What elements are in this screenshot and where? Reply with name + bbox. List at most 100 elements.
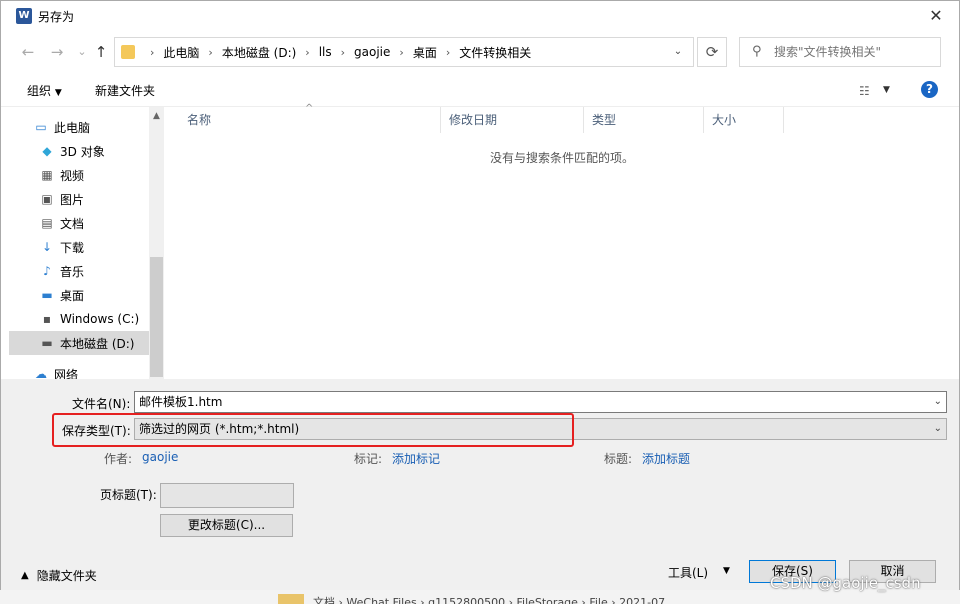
add-title-link[interactable]: 添加标题 — [642, 450, 690, 467]
title-bar: W 另存为 ✕ — [1, 1, 959, 31]
sidebar-item-label: 3D 对象 — [60, 144, 105, 159]
search-icon: ⚲ — [752, 44, 762, 59]
new-folder-button[interactable]: 新建文件夹 — [95, 82, 155, 99]
sidebar-item-network[interactable]: ☁ 网络 — [9, 362, 149, 379]
sidebar-item-label: Windows (C:) — [60, 312, 140, 326]
file-list: ^ 名称 修改日期 类型 大小 没有与搜索条件匹配的项。 — [165, 103, 959, 379]
background-path: 文档 › WeChat Files › q1152800500 › FileSt… — [313, 596, 666, 604]
caret-down-icon: ▼ — [54, 88, 62, 98]
watermark: CSDN @gaojie_csdn — [770, 574, 921, 592]
sidebar-item-label: 下载 — [60, 240, 85, 255]
cube-icon: ◆ — [42, 144, 52, 158]
tags-label: 标记: — [354, 452, 383, 466]
highlight-box — [52, 413, 574, 447]
chevron-up-icon: ▲ — [21, 570, 29, 581]
author-link[interactable]: gaojie — [142, 450, 178, 464]
chevron-down-icon[interactable]: ⌄ — [934, 419, 942, 439]
refresh-button[interactable]: ⟳ — [697, 37, 727, 67]
sidebar-item-downloads[interactable]: ↓ 下载 — [9, 235, 149, 259]
network-icon: ☁ — [35, 367, 47, 379]
chevron-right-icon: › — [399, 45, 404, 59]
video-icon: ▦ — [41, 168, 53, 182]
chevron-right-icon: › — [305, 45, 310, 59]
breadcrumb-item[interactable]: 桌面 — [413, 44, 437, 61]
hide-folders-label: 隐藏文件夹 — [36, 569, 97, 583]
column-header-size[interactable]: 大小 — [704, 107, 784, 133]
chevron-right-icon: › — [340, 45, 346, 59]
chevron-down-icon[interactable]: ⌄ — [934, 392, 942, 412]
close-button[interactable]: ✕ — [913, 1, 959, 31]
column-header-modified[interactable]: 修改日期 — [441, 107, 584, 133]
forward-button[interactable]: → — [46, 41, 68, 63]
help-icon[interactable]: ? — [921, 81, 938, 98]
back-button[interactable]: ← — [17, 41, 39, 63]
column-header-type[interactable]: 类型 — [584, 107, 704, 133]
sidebar-item-label: 音乐 — [60, 264, 85, 279]
folder-icon — [121, 45, 135, 59]
sidebar-item-label: 文档 — [60, 216, 85, 231]
sidebar-item-label: 网络 — [54, 367, 79, 380]
breadcrumb-item[interactable]: 本地磁盘 (D:) — [222, 44, 296, 61]
filename-label: 文件名(N): — [72, 397, 131, 411]
sidebar-item-desktop[interactable]: ▬ 桌面 — [9, 283, 149, 307]
sidebar-item-documents[interactable]: ▤ 文档 — [9, 211, 149, 235]
caret-down-icon[interactable]: ▼ — [723, 566, 730, 576]
save-as-dialog: W 另存为 ✕ ← → ⌄ ↑ › 此电脑 › 本地磁盘 (D:) › lls … — [0, 0, 960, 591]
search-box[interactable]: ⚲ — [739, 37, 941, 67]
sidebar-item-label: 本地磁盘 (D:) — [60, 336, 135, 351]
sidebar-item-3d-objects[interactable]: ◆ 3D 对象 — [9, 139, 149, 163]
chevron-down-icon[interactable]: ⌄ — [670, 44, 686, 60]
sidebar-item-label: 图片 — [60, 192, 85, 207]
chevron-right-icon: › — [208, 45, 213, 59]
word-icon: W — [16, 8, 32, 24]
download-icon: ↓ — [41, 240, 53, 254]
author-label: 作者: — [104, 452, 133, 466]
filename-field[interactable]: 邮件模板1.htm ⌄ — [134, 391, 947, 413]
sidebar-item-pictures[interactable]: ▣ 图片 — [9, 187, 149, 211]
sidebar-item-this-pc[interactable]: ▭ 此电脑 — [9, 115, 149, 139]
sidebar-item-music[interactable]: ♪ 音乐 — [9, 259, 149, 283]
organize-label: 组织 — [27, 84, 52, 98]
breadcrumb: › 此电脑 › 本地磁盘 (D:) › lls › gaojie › 桌面 › … — [141, 38, 531, 66]
page-title-field[interactable] — [160, 483, 294, 508]
search-input[interactable] — [774, 44, 934, 60]
document-icon: ▤ — [41, 216, 53, 230]
caret-down-icon[interactable]: ▼ — [883, 85, 890, 95]
change-title-button[interactable]: 更改标题(C)... — [160, 514, 293, 537]
background-explorer: 文档 › WeChat Files › q1152800500 › FileSt… — [0, 590, 960, 604]
sidebar-item-label: 此电脑 — [54, 120, 91, 135]
music-icon: ♪ — [43, 264, 51, 278]
folder-icon — [278, 594, 304, 604]
sidebar-item-label: 桌面 — [60, 288, 85, 303]
save-form: 文件名(N): 邮件模板1.htm ⌄ 保存类型(T): 筛选过的网页 (*.h… — [1, 379, 959, 591]
sidebar-item-local-disk-d[interactable]: ▬ 本地磁盘 (D:) — [9, 331, 149, 355]
sidebar-scrollbar[interactable]: ▲ — [149, 107, 164, 379]
scroll-thumb[interactable] — [150, 257, 163, 377]
navigation-bar: ← → ⌄ ↑ › 此电脑 › 本地磁盘 (D:) › lls › gaojie… — [1, 31, 959, 73]
scroll-up-icon[interactable]: ▲ — [149, 107, 164, 125]
column-header-name[interactable]: 名称 — [179, 107, 441, 133]
organize-menu[interactable]: 组织 ▼ — [27, 82, 62, 99]
toolbar: 组织 ▼ 新建文件夹 ☷ ▼ ? — [1, 73, 959, 107]
sidebar-item-videos[interactable]: ▦ 视频 — [9, 163, 149, 187]
breadcrumb-item[interactable]: lls — [319, 45, 332, 59]
empty-message: 没有与搜索条件匹配的项。 — [489, 151, 634, 165]
pc-icon: ▭ — [35, 120, 47, 134]
view-options-icon[interactable]: ☷ — [859, 84, 870, 98]
hide-folders-toggle[interactable]: ▲ 隐藏文件夹 — [21, 567, 97, 584]
add-tags-link[interactable]: 添加标记 — [392, 450, 440, 467]
tools-button[interactable]: 工具(L) — [668, 564, 708, 581]
chevron-right-icon: › — [445, 45, 451, 59]
desktop-icon: ▬ — [41, 288, 53, 302]
sidebar-item-windows-c[interactable]: ▪ Windows (C:) — [9, 307, 149, 331]
picture-icon: ▣ — [41, 192, 53, 206]
drive-icon: ▪ — [42, 312, 52, 326]
chevron-right-icon: › — [150, 45, 155, 59]
breadcrumb-item[interactable]: gaojie — [354, 45, 390, 59]
address-bar[interactable]: › 此电脑 › 本地磁盘 (D:) › lls › gaojie › 桌面 › … — [114, 37, 694, 67]
up-button[interactable]: ↑ — [90, 41, 112, 63]
breadcrumb-item[interactable]: 文件转换相关 — [459, 44, 531, 61]
window-title: 另存为 — [38, 10, 75, 24]
breadcrumb-item[interactable]: 此电脑 — [163, 44, 199, 61]
drive-icon: ▬ — [41, 336, 53, 350]
